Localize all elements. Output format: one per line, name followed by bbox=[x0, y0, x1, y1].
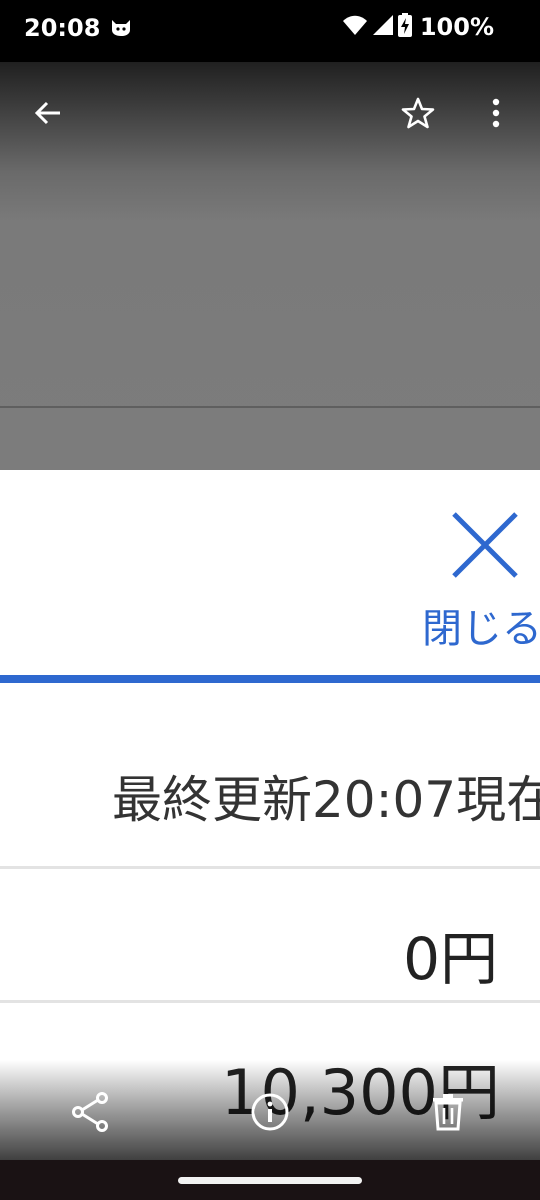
row-divider bbox=[0, 866, 540, 869]
battery-charging-icon bbox=[397, 13, 412, 41]
wifi-icon bbox=[342, 14, 368, 40]
back-arrow-icon bbox=[34, 101, 60, 125]
close-icon[interactable] bbox=[450, 510, 520, 580]
info-icon bbox=[251, 1093, 289, 1131]
favorite-button[interactable] bbox=[394, 89, 442, 137]
row-divider bbox=[0, 1000, 540, 1003]
close-label[interactable]: 閉じる bbox=[422, 596, 540, 654]
more-vert-icon bbox=[492, 98, 500, 128]
last-updated-text: 最終更新20:07現在 bbox=[112, 771, 540, 829]
status-time: 20:08 bbox=[24, 14, 101, 42]
amount-value: 0円 bbox=[403, 925, 498, 993]
photo-backdrop bbox=[0, 62, 540, 470]
backdrop-divider bbox=[0, 406, 540, 408]
share-icon bbox=[72, 1092, 108, 1132]
cat-icon bbox=[110, 16, 132, 38]
star-outline-icon bbox=[401, 97, 435, 129]
accent-divider bbox=[0, 675, 540, 683]
info-button[interactable] bbox=[240, 1082, 300, 1142]
delete-button[interactable] bbox=[418, 1082, 478, 1142]
share-button[interactable] bbox=[60, 1082, 120, 1142]
more-options-button[interactable] bbox=[472, 89, 520, 137]
back-button[interactable] bbox=[24, 89, 72, 137]
battery-percent: 100% bbox=[419, 13, 494, 41]
signal-icon bbox=[372, 14, 394, 40]
status-bar: 20:08 100% bbox=[0, 0, 540, 62]
home-gesture-handle[interactable] bbox=[178, 1177, 362, 1184]
delete-icon bbox=[433, 1094, 463, 1131]
status-icons: 100% bbox=[342, 12, 494, 42]
